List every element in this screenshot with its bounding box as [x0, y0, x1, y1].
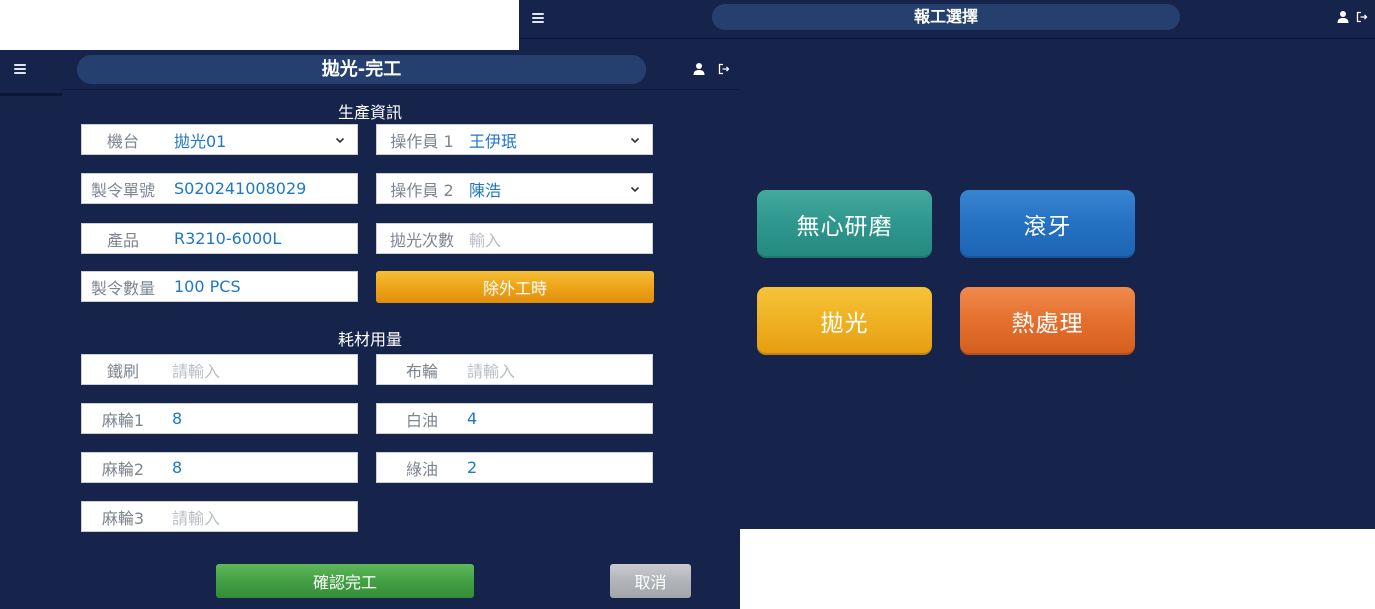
tile-thread-rolling[interactable]: 滾牙 [960, 190, 1135, 258]
hemp-wheel1-input[interactable]: 麻輪1 8 [81, 403, 358, 434]
wire-brush-input[interactable]: 鐵刷 請輸入 [81, 354, 358, 385]
cancel-button[interactable]: 取消 [610, 564, 691, 598]
field-label: 產品 [106, 230, 139, 250]
field-label: 麻輪2 [101, 459, 145, 479]
section-title-production-info: 生產資訊 [337, 103, 402, 122]
confirm-completion-button[interactable]: 確認完工 [216, 564, 474, 598]
field-value: 拋光01 [174, 131, 227, 151]
product-field[interactable]: 產品 R3210-6000L [81, 223, 358, 254]
blank-area [0, 0, 519, 50]
app-header: 報工選擇 [519, 0, 1375, 39]
tile-centerless-grinding[interactable]: 無心研磨 [757, 190, 932, 258]
polishing-completion-screen: 拋光-完工 生產資訊 機台 拋光01 操作員 1 王伊珉 製令單號 S02024… [0, 50, 740, 609]
hemp-wheel3-input[interactable]: 麻輪3 請輸入 [81, 501, 358, 532]
page-title: 拋光-完工 [77, 55, 646, 84]
field-label: 布輪 [405, 361, 438, 381]
logout-icon[interactable] [1356, 11, 1368, 23]
field-value: 2 [467, 458, 478, 477]
header-divider [62, 89, 740, 90]
field-value: 8 [172, 458, 183, 477]
field-label: 拋光次數 [389, 230, 454, 250]
exclude-work-hours-button[interactable]: 除外工時 [376, 271, 654, 303]
operator2-select[interactable]: 操作員 2 陳浩 [376, 173, 653, 204]
field-value: R3210-6000L [174, 229, 282, 248]
hemp-wheel2-input[interactable]: 麻輪2 8 [81, 452, 358, 483]
page-title: 報工選擇 [712, 4, 1180, 30]
field-label: 製令數量 [90, 278, 155, 298]
field-value: 陳浩 [469, 180, 502, 200]
field-value: 100 PCS [174, 277, 241, 296]
field-label: 麻輪1 [101, 410, 145, 430]
field-label: 白油 [405, 410, 438, 430]
operator1-select[interactable]: 操作員 1 王伊珉 [376, 124, 653, 155]
field-placeholder: 輸入 [469, 230, 502, 250]
field-placeholder: 請輸入 [172, 361, 221, 381]
white-oil-input[interactable]: 白油 4 [376, 403, 653, 434]
cloth-wheel-input[interactable]: 布輪 請輸入 [376, 354, 653, 385]
logout-icon[interactable] [718, 63, 730, 75]
field-label: 操作員 2 [390, 180, 454, 200]
chevron-down-icon [630, 137, 640, 143]
field-label: 製令單號 [90, 180, 155, 200]
green-oil-input[interactable]: 綠油 2 [376, 452, 653, 483]
user-icon[interactable] [1336, 10, 1350, 24]
polish-count-input[interactable]: 拋光次數 輸入 [376, 223, 653, 254]
field-placeholder: 請輸入 [172, 508, 221, 528]
order-number-field[interactable]: 製令單號 S020241008029 [81, 173, 358, 204]
section-title-consumables: 耗材用量 [337, 330, 402, 349]
field-label: 操作員 1 [390, 131, 454, 151]
field-value: 4 [467, 409, 478, 428]
order-quantity-field[interactable]: 製令數量 100 PCS [81, 271, 358, 302]
sidebar-divider [0, 93, 62, 96]
machine-select[interactable]: 機台 拋光01 [81, 124, 358, 155]
hamburger-menu-icon[interactable] [532, 13, 544, 23]
field-value: 8 [172, 409, 183, 428]
field-label: 鐵刷 [106, 361, 139, 381]
chevron-down-icon [335, 137, 345, 143]
field-placeholder: 請輸入 [467, 361, 516, 381]
hamburger-menu-icon[interactable] [14, 64, 26, 74]
field-label: 綠油 [405, 459, 438, 479]
tile-polishing[interactable]: 拋光 [757, 287, 932, 355]
tile-heat-treatment[interactable]: 熱處理 [960, 287, 1135, 355]
field-label: 機台 [106, 131, 139, 151]
chevron-down-icon [630, 186, 640, 192]
field-label: 麻輪3 [101, 508, 145, 528]
field-value: 王伊珉 [469, 131, 518, 151]
user-icon[interactable] [692, 62, 706, 76]
field-value: S020241008029 [174, 179, 307, 198]
